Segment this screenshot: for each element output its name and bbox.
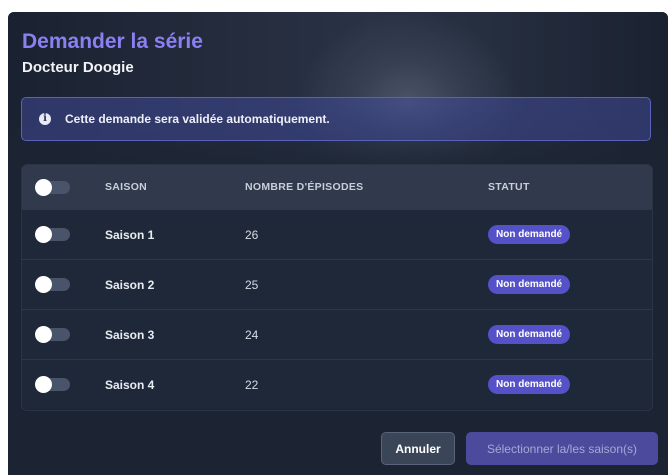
- seasons-table: SAISON NOMBRE D'ÉPISODES STATUT Saison 1…: [21, 164, 653, 411]
- toggle-switch[interactable]: [35, 276, 70, 293]
- season-toggle[interactable]: [35, 210, 70, 259]
- toggle-knob: [35, 376, 52, 393]
- season-toggle[interactable]: [35, 310, 70, 359]
- toggle-knob: [35, 226, 52, 243]
- episode-count: 24: [245, 327, 259, 342]
- status-cell: Non demandé: [488, 310, 571, 359]
- alert-message: Cette demande sera validée automatiqueme…: [65, 112, 330, 126]
- toggle-switch[interactable]: [35, 326, 70, 343]
- cancel-button[interactable]: Annuler: [381, 432, 455, 465]
- info-icon: i: [39, 113, 51, 125]
- season-name: Saison 1: [105, 227, 155, 242]
- select-all-toggle[interactable]: [35, 165, 70, 209]
- status-badge: Non demandé: [488, 375, 571, 394]
- toggle-knob: [35, 178, 52, 196]
- table-row: Saison 4 22 Non demandé: [22, 359, 652, 409]
- episode-count: 26: [245, 227, 259, 242]
- episode-count: 22: [245, 377, 259, 392]
- season-toggle[interactable]: [35, 360, 70, 409]
- status-badge: Non demandé: [488, 275, 571, 294]
- table-row: Saison 1 26 Non demandé: [22, 209, 652, 259]
- select-seasons-button[interactable]: Sélectionner la/les saison(s): [466, 432, 658, 465]
- column-header-status: STATUT: [488, 181, 530, 193]
- dialog-title: Demander la série: [22, 30, 203, 53]
- status-cell: Non demandé: [488, 360, 571, 409]
- toggle-switch[interactable]: [35, 376, 70, 393]
- table-header: SAISON NOMBRE D'ÉPISODES STATUT: [22, 165, 652, 209]
- toggle-knob: [35, 276, 52, 293]
- info-alert: i Cette demande sera validée automatique…: [21, 97, 651, 141]
- request-series-dialog: Demander la série Docteur Doogie i Cette…: [8, 12, 668, 475]
- toggle-knob: [35, 326, 52, 343]
- toggle-switch[interactable]: [35, 178, 70, 196]
- column-header-episodes: NOMBRE D'ÉPISODES: [245, 181, 364, 193]
- season-name: Saison 4: [105, 377, 155, 392]
- status-badge: Non demandé: [488, 325, 571, 344]
- status-cell: Non demandé: [488, 210, 571, 259]
- season-name: Saison 2: [105, 277, 155, 292]
- toggle-switch[interactable]: [35, 226, 70, 243]
- episode-count: 25: [245, 277, 259, 292]
- season-toggle[interactable]: [35, 260, 70, 309]
- status-cell: Non demandé: [488, 260, 571, 309]
- table-row: Saison 2 25 Non demandé: [22, 259, 652, 309]
- column-header-season: SAISON: [105, 181, 148, 193]
- season-name: Saison 3: [105, 327, 155, 342]
- series-name: Docteur Doogie: [22, 59, 134, 76]
- table-row: Saison 3 24 Non demandé: [22, 309, 652, 359]
- status-badge: Non demandé: [488, 225, 571, 244]
